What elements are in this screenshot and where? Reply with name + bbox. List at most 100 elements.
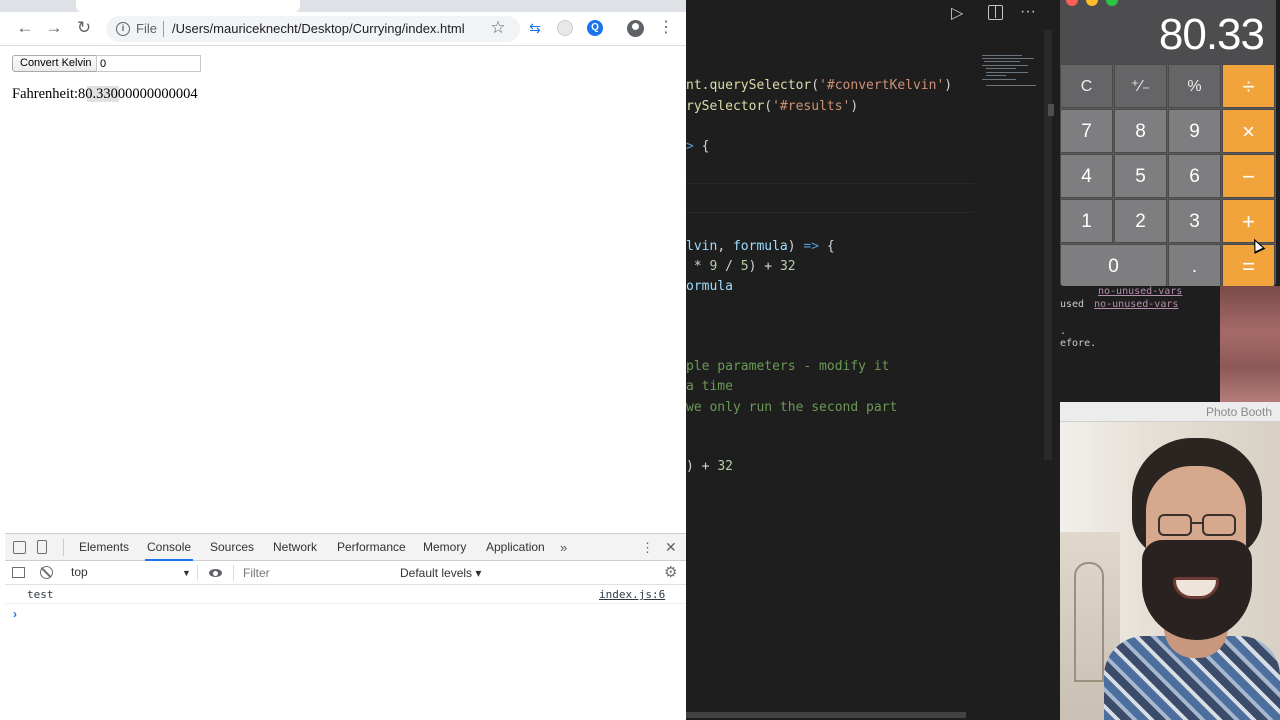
minimap[interactable] [982,55,1040,95]
code-line: lvin, formula) => { [686,239,835,254]
lint-rule-link[interactable]: no-unused-vars [1098,286,1182,297]
code-token: ) + [686,459,718,474]
terminal-text: used [1060,299,1085,310]
code-token: ) [787,239,804,254]
code-token: ) + [748,259,780,274]
terminal-line: used no-unused-vars [1060,299,1178,310]
code-token: lvin [686,239,718,254]
code-line: ) + 32 [686,459,733,474]
editor-title-bar: ▷ ··· [686,0,1060,30]
tab-strip [0,0,686,12]
minimize-window-icon[interactable] [1086,0,1098,6]
close-devtools-icon[interactable]: ✕ [665,539,677,555]
reload-icon[interactable]: ↻ [73,17,95,39]
clear-key[interactable]: C [1060,64,1113,108]
more-actions-icon[interactable]: ··· [1020,2,1036,22]
console-settings-gear-icon[interactable]: ⚙ [664,564,677,582]
code-token: ( [811,78,820,93]
code-line: a time [686,379,733,394]
run-icon[interactable]: ▷ [951,5,963,23]
bookmark-star-icon[interactable]: ☆ [488,18,508,38]
tab-elements[interactable]: Elements [79,534,129,561]
photo-booth-title-bar: Photo Booth [1060,402,1280,422]
code-fold-region [686,183,974,213]
key-7[interactable]: 7 [1060,109,1113,153]
code-token: > [686,139,694,154]
url-text[interactable]: /Users/mauriceknecht/Desktop/Currying/in… [172,21,465,36]
key-2[interactable]: 2 [1114,199,1167,243]
extension-icon[interactable] [557,20,573,36]
code-line: * 9 / 5) + 32 [686,259,796,274]
live-expression-eye-icon[interactable] [209,569,222,577]
browser-window: ← → ↻ i File /Users/mauriceknecht/Deskto… [0,0,686,720]
key-4[interactable]: 4 [1060,154,1113,198]
context-selector[interactable]: top [65,563,191,582]
devtools-menu-icon[interactable]: ⋮ [641,540,654,555]
close-window-icon[interactable] [1066,0,1078,6]
plus-key[interactable]: + [1222,199,1275,243]
console-filter-input[interactable] [239,564,391,582]
result-value: 80.33000000000004 [78,86,198,102]
page-content: Convert Kelvin Fahrenheit:80.33000000000… [0,47,686,533]
sign-key[interactable]: ⁺∕₋ [1114,64,1167,108]
code-token: { [819,239,835,254]
key-0[interactable]: 0 [1060,244,1167,286]
info-icon[interactable]: i [116,22,130,36]
scrollbar-thumb[interactable] [1048,104,1054,116]
display-value: 80.33 [1158,10,1265,59]
key-5[interactable]: 5 [1114,154,1167,198]
editor-scrollbar[interactable] [1044,30,1052,460]
code-token: ( [764,99,773,114]
tab-application[interactable]: Application [486,534,545,561]
horizontal-scrollbar[interactable] [686,712,966,718]
tab-performance[interactable]: Performance [337,534,406,561]
percent-key[interactable]: % [1168,64,1221,108]
minus-key[interactable]: − [1222,154,1275,198]
key-8[interactable]: 8 [1114,109,1167,153]
inspect-element-icon[interactable] [13,541,26,554]
key-9[interactable]: 9 [1168,109,1221,153]
key-6[interactable]: 6 [1168,154,1221,198]
console-prompt-icon[interactable]: › [13,607,17,621]
zoom-window-icon[interactable] [1106,0,1118,6]
tab-sources[interactable]: Sources [210,534,254,561]
result-text: Fahrenheit:80.33000000000004 [12,86,198,103]
extension-icon[interactable]: Q [587,20,603,36]
console-sidebar-icon[interactable] [12,567,25,578]
convert-kelvin-button[interactable]: Convert Kelvin [12,55,100,72]
extension-icon[interactable]: ⇆ [527,20,543,36]
lint-rule-link[interactable]: no-unused-vars [1094,299,1178,310]
tab-memory[interactable]: Memory [423,534,466,561]
code-line: ormula [686,279,733,294]
forward-icon[interactable]: → [43,17,65,39]
chevron-down-icon: ▼ [182,568,191,578]
code-line: we only run the second part [686,400,897,415]
tab-network[interactable]: Network [273,534,317,561]
tab-console[interactable]: Console [145,534,194,561]
code-area[interactable]: nt.querySelector('#convertKelvin') rySele… [686,30,974,710]
devtools-tab-bar: Elements Console Sources Network Perform… [5,534,686,561]
profile-avatar-icon[interactable] [627,20,644,37]
kelvin-input[interactable] [96,55,201,72]
log-levels-dropdown[interactable]: Default levels ▾ [400,563,481,583]
key-1[interactable]: 1 [1060,199,1113,243]
code-token: we only run the second part [686,400,898,415]
split-editor-icon[interactable] [988,5,1003,20]
log-source-link[interactable]: index.js:6 [599,588,665,601]
multiply-key[interactable]: × [1222,109,1275,153]
decimal-key[interactable]: . [1168,244,1221,286]
code-line: > { [686,139,709,154]
terminal-text: . [1060,326,1067,337]
code-token: / [717,259,741,274]
key-3[interactable]: 3 [1168,199,1221,243]
window-title: Photo Booth [1205,405,1272,419]
device-toolbar-icon[interactable] [37,540,47,554]
code-token: querySelector [709,78,812,93]
equals-key[interactable]: = [1222,244,1275,286]
divide-key[interactable]: ÷ [1222,64,1275,108]
clear-console-icon[interactable] [40,566,53,579]
browser-menu-icon[interactable]: ⋮ [658,18,674,38]
back-icon[interactable]: ← [14,17,36,39]
more-tabs-icon[interactable]: » [560,534,567,561]
active-tab[interactable] [76,0,300,12]
